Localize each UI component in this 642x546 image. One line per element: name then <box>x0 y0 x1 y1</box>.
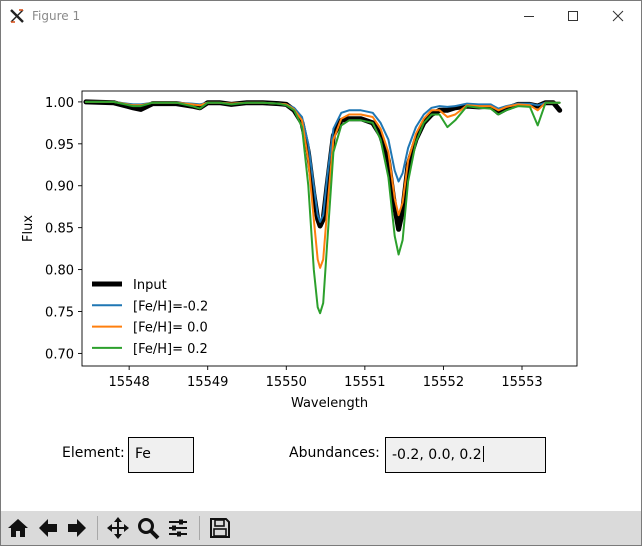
minimize-button[interactable] <box>506 1 552 31</box>
back-arrow-icon <box>39 519 57 537</box>
back-button[interactable] <box>34 514 62 542</box>
spectrum-plot[interactable]: 15548 15549 15550 15551 15552 15553 0.70 0.75 0.… <box>0 32 642 432</box>
y-tick-label: 1.00 <box>45 96 74 111</box>
legend-label-1: [Fe/H]=-0.2 <box>133 299 208 314</box>
element-label: Element: <box>62 445 125 461</box>
x-axis-label: Wavelength <box>291 396 368 411</box>
x-tick-label: 15549 <box>187 375 228 390</box>
toolbar-separator <box>199 516 200 540</box>
abundances-value: -0.2, 0.0, 0.2 <box>392 447 482 463</box>
y-tick-label: 0.80 <box>45 264 74 279</box>
save-button[interactable] <box>206 514 234 542</box>
text-cursor <box>482 446 484 462</box>
maximize-button[interactable] <box>550 1 596 31</box>
legend-label-2: [Fe/H]= 0.0 <box>133 321 208 336</box>
element-value: Fe <box>135 446 151 462</box>
x-tick-label: 15551 <box>344 375 385 390</box>
pan-button[interactable] <box>104 514 132 542</box>
series-line-2 <box>84 100 561 269</box>
configure-subplots-icon <box>169 519 187 537</box>
minimize-icon <box>524 16 534 17</box>
close-button[interactable] <box>595 1 641 31</box>
title-bar[interactable]: Figure 1 <box>1 1 641 31</box>
close-icon <box>612 10 624 22</box>
x-tick-label: 15548 <box>108 375 149 390</box>
x-tick-label: 15550 <box>266 375 307 390</box>
element-textbox[interactable]: Fe <box>128 437 194 473</box>
x-tick-label: 15553 <box>501 375 542 390</box>
home-button[interactable] <box>4 514 32 542</box>
home-icon <box>8 519 28 537</box>
y-tick-label: 0.85 <box>45 222 74 237</box>
pan-move-icon <box>107 517 129 539</box>
configure-subplots-button[interactable] <box>164 514 192 542</box>
legend-label-3: [Fe/H]= 0.2 <box>133 342 208 357</box>
x-tick-label: 15552 <box>423 375 464 390</box>
matplotlib-x-icon <box>9 8 25 24</box>
navigation-toolbar <box>1 511 641 545</box>
legend-label-0: Input <box>133 278 167 293</box>
forward-button[interactable] <box>63 514 91 542</box>
forward-arrow-icon <box>68 519 86 537</box>
toolbar-separator <box>97 516 98 540</box>
y-tick-label: 0.75 <box>45 306 74 321</box>
window-title: Figure 1 <box>32 9 81 23</box>
save-floppy-icon <box>210 518 230 538</box>
maximize-icon <box>568 11 578 21</box>
y-tick-label: 0.90 <box>45 180 74 195</box>
zoom-button[interactable] <box>134 514 162 542</box>
figure-canvas[interactable]: 15548 15549 15550 15551 15552 15553 0.70 0.75 0.… <box>0 32 642 512</box>
abundances-textbox[interactable]: -0.2, 0.0, 0.2 <box>385 437 546 473</box>
zoom-magnifier-icon <box>138 518 160 540</box>
y-tick-label: 0.70 <box>45 347 74 362</box>
abundances-label: Abundances: <box>289 445 380 461</box>
y-tick-label: 0.95 <box>45 138 74 153</box>
y-axis-label: Flux <box>21 215 36 242</box>
